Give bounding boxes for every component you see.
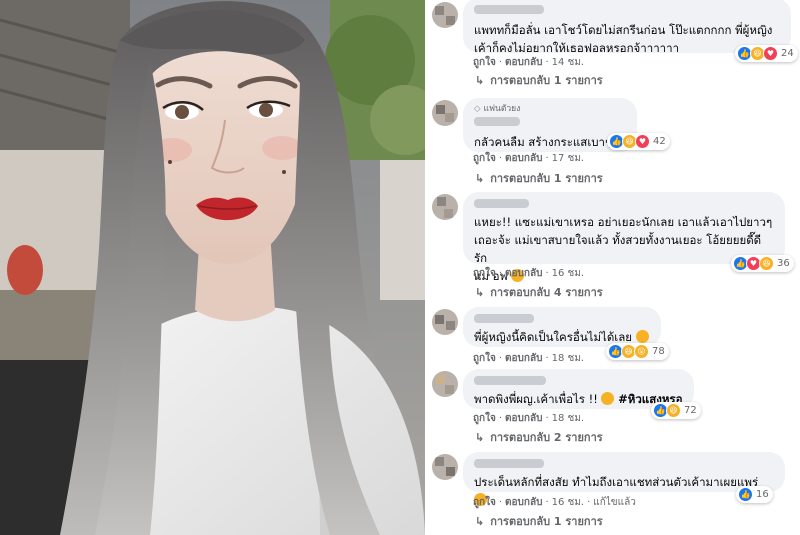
reply-link[interactable]: ตอบกลับ bbox=[505, 153, 542, 164]
replies-label: การตอบกลับ 4 รายการ bbox=[490, 286, 603, 299]
commenter-name[interactable] bbox=[474, 3, 780, 21]
comment-actions: ถูกใจ · ตอบกลับ · 18 ชม. bbox=[473, 353, 585, 364]
comment-bubble: พี่ผู้หญิงนี้คิดเป็นใครอื่นไม่ได้เลย bbox=[463, 307, 661, 347]
timestamp[interactable]: 17 ชม. bbox=[552, 153, 584, 164]
reply-link[interactable]: ตอบกลับ bbox=[505, 353, 542, 364]
timestamp[interactable]: 18 ชม. bbox=[552, 353, 584, 364]
haha-reaction-icon: 😆 bbox=[759, 256, 774, 271]
reaction-summary[interactable]: 👍 😆 ♥ 24 bbox=[735, 45, 798, 62]
timestamp[interactable]: 18 ชม. bbox=[552, 413, 584, 424]
replies-label: การตอบกลับ 1 รายการ bbox=[490, 172, 603, 185]
comment-bubble: ประเด็นหลักที่สงสัย ทำไมถึงเอาแชทส่วนตัว… bbox=[463, 452, 785, 506]
replies-label: การตอบกลับ 2 รายการ bbox=[490, 431, 603, 444]
comment-actions: ถูกใจ · ตอบกลับ · 17 ชม. bbox=[473, 153, 585, 164]
view-replies-link[interactable]: ↳ การตอบกลับ 1 รายการ bbox=[475, 172, 603, 186]
view-replies-link[interactable]: ↳ การตอบกลับ 2 รายการ bbox=[475, 431, 603, 445]
like-link[interactable]: ถูกใจ bbox=[473, 353, 496, 364]
edited-label[interactable]: แก้ไขแล้ว bbox=[593, 497, 636, 508]
avatar[interactable] bbox=[432, 454, 458, 480]
reaction-count: 24 bbox=[781, 48, 794, 59]
comment-text-line: ประเด็นหลักที่สงสัย ทำไมถึงเอาแชทส่วนตัว… bbox=[474, 475, 759, 489]
reply-link[interactable]: ตอบกลับ bbox=[505, 57, 542, 68]
comment-actions: ถูกใจ · ตอบกลับ · 14 ชม. bbox=[473, 57, 585, 68]
comment-actions: ถูกใจ · ตอบกลับ · 16 ชม. bbox=[473, 268, 585, 279]
avatar[interactable] bbox=[432, 194, 458, 220]
love-reaction-icon: ♥ bbox=[635, 134, 650, 149]
like-link[interactable]: ถูกใจ bbox=[473, 413, 496, 424]
comment-text-line: เถอะจ้ะ แม่เขาสบายใจแล้ว ทั้งสวยทั้งงานเ… bbox=[474, 233, 762, 265]
view-replies-link[interactable]: ↳ การตอบกลับ 4 รายการ bbox=[475, 286, 603, 300]
comment-text-line: พี่ผู้หญิงนี้คิดเป็นใครอื่นไม่ได้เลย bbox=[474, 330, 633, 344]
reply-arrow-icon: ↳ bbox=[475, 431, 485, 444]
comment-bubble: แหยะ!! แซะแม่เขาเหรอ อย่าเยอะนักเลย เอาแ… bbox=[463, 192, 785, 283]
comment-text: กลัวคนลืม สร้างกระแสเบาๆ bbox=[474, 135, 612, 149]
reaction-count: 16 bbox=[756, 489, 769, 500]
commenter-name[interactable] bbox=[474, 115, 626, 133]
selfie-photo bbox=[0, 0, 425, 535]
reply-arrow-icon: ↳ bbox=[475, 74, 485, 87]
reply-arrow-icon: ↳ bbox=[475, 515, 485, 528]
replies-label: การตอบกลับ 1 รายการ bbox=[490, 515, 603, 528]
reaction-summary[interactable]: 👍 ♥ 😆 36 bbox=[731, 255, 794, 272]
reply-link[interactable]: ตอบกลับ bbox=[505, 413, 542, 424]
diamond-icon: ◇ bbox=[474, 104, 481, 114]
badge-label: แฟนตัวยง bbox=[483, 104, 521, 114]
smirk-emoji-icon bbox=[601, 392, 615, 405]
avatar[interactable] bbox=[432, 371, 458, 397]
love-reaction-icon: ♥ bbox=[763, 46, 778, 61]
timestamp[interactable]: 14 ชม. bbox=[552, 57, 584, 68]
comment-text-line: แหยะ!! แซะแม่เขาเหรอ อย่าเยอะนักเลย เอาแ… bbox=[474, 215, 773, 229]
reaction-count: 72 bbox=[684, 405, 697, 416]
reaction-count: 36 bbox=[777, 258, 790, 269]
reaction-summary[interactable]: 👍 😆 ♥ 42 bbox=[607, 133, 670, 150]
view-replies-link[interactable]: ↳ การตอบกลับ 1 รายการ bbox=[475, 74, 603, 88]
timestamp[interactable]: 16 ชม. bbox=[552, 268, 584, 279]
avatar[interactable] bbox=[432, 2, 458, 28]
reply-link[interactable]: ตอบกลับ bbox=[505, 497, 542, 508]
reply-arrow-icon: ↳ bbox=[475, 286, 485, 299]
like-link[interactable]: ถูกใจ bbox=[473, 497, 496, 508]
comment-text-line: พาดพิงพี่ผญ.เค้าเพื่อไร !! bbox=[474, 392, 598, 406]
reaction-count: 42 bbox=[653, 136, 666, 147]
replies-label: การตอบกลับ 1 รายการ bbox=[490, 74, 603, 87]
comments-panel: แพททก็มือลั่น เอาโชว์โดยไม่สกรีนก่อน โป๊… bbox=[425, 0, 800, 535]
comment-text-line: แพททก็มือลั่น เอาโชว์โดยไม่สกรีนก่อน โป๊… bbox=[474, 23, 773, 37]
reaction-count: 78 bbox=[652, 346, 665, 357]
reply-link[interactable]: ตอบกลับ bbox=[505, 268, 542, 279]
top-fan-badge: ◇ แฟนตัวยง bbox=[474, 103, 626, 115]
wow-reaction-icon: 😮 bbox=[634, 344, 649, 359]
reaction-summary[interactable]: 👍 16 bbox=[736, 486, 773, 503]
comment-actions: ถูกใจ · ตอบกลับ · 18 ชม. bbox=[473, 413, 585, 424]
like-link[interactable]: ถูกใจ bbox=[473, 57, 496, 68]
avatar[interactable] bbox=[432, 309, 458, 335]
reply-arrow-icon: ↳ bbox=[475, 172, 485, 185]
haha-reaction-icon: 😆 bbox=[666, 403, 681, 418]
laughing-emoji-icon bbox=[635, 330, 649, 343]
timestamp[interactable]: 16 ชม. bbox=[552, 497, 584, 508]
comment-actions: ถูกใจ · ตอบกลับ · 16 ชม. · แก้ไขแล้ว bbox=[473, 497, 636, 508]
like-link[interactable]: ถูกใจ bbox=[473, 153, 496, 164]
avatar[interactable] bbox=[432, 100, 458, 126]
reaction-summary[interactable]: 👍 😆 😮 78 bbox=[606, 343, 669, 360]
reaction-summary[interactable]: 👍 😆 72 bbox=[651, 402, 701, 419]
like-reaction-icon: 👍 bbox=[738, 487, 753, 502]
view-replies-link[interactable]: ↳ การตอบกลับ 1 รายการ bbox=[475, 515, 603, 529]
like-link[interactable]: ถูกใจ bbox=[473, 268, 496, 279]
